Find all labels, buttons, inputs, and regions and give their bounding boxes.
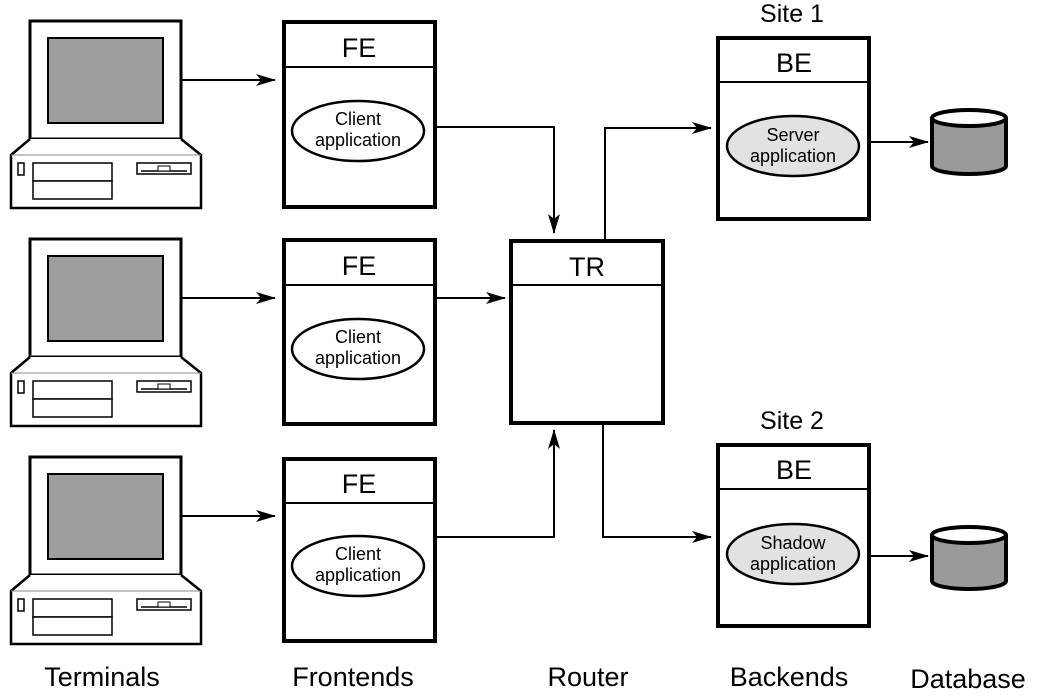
terminal-2 xyxy=(9,237,203,428)
backend-title: BE xyxy=(776,455,812,485)
router-box: TR xyxy=(509,239,665,425)
frontend-box-1: FE Client application xyxy=(282,20,437,209)
column-label-frontends: Frontends xyxy=(292,662,414,692)
column-label-terminals: Terminals xyxy=(44,662,160,692)
database-icon xyxy=(930,108,1008,176)
computer-icon xyxy=(9,19,203,210)
frontend-title: FE xyxy=(342,33,377,63)
backend-site-1: Site 1 BE Server application xyxy=(716,0,871,221)
client-application-line2: application xyxy=(315,348,401,368)
server-application-line2: application xyxy=(750,146,836,166)
client-application-line1: Client xyxy=(335,109,381,129)
backend-site-2: Site 2 BE Shadow application xyxy=(716,407,871,628)
frontend-box-3: FE Client application xyxy=(282,457,437,643)
client-application-line2: application xyxy=(315,565,401,585)
frontend-title: FE xyxy=(342,469,377,499)
system-architecture-diagram: FE Client application FE Client applicat… xyxy=(9,0,1026,694)
backend-title: BE xyxy=(776,48,812,78)
arrow-fe-3-to-router xyxy=(437,429,560,538)
shadow-application-line2: application xyxy=(750,554,836,574)
client-application-line1: Client xyxy=(335,327,381,347)
arrow-router-to-be-1 xyxy=(604,122,712,239)
site-label: Site 2 xyxy=(760,407,824,435)
column-label-backends: Backends xyxy=(730,662,849,692)
terminal-screen xyxy=(47,473,164,560)
client-application-line1: Client xyxy=(335,544,381,564)
computer-icon xyxy=(9,237,203,428)
client-application-line2: application xyxy=(315,130,401,150)
site-label: Site 1 xyxy=(760,0,824,28)
terminal-1 xyxy=(9,19,203,210)
database-icon xyxy=(930,525,1008,591)
router-title: TR xyxy=(569,252,605,282)
frontend-box-2: FE Client application xyxy=(282,238,437,426)
shadow-application-line1: Shadow xyxy=(760,533,826,553)
arrow-router-to-be-2 xyxy=(602,425,712,543)
terminal-screen xyxy=(47,255,164,342)
column-label-database: Database xyxy=(910,664,1026,694)
server-application-line1: Server xyxy=(766,125,819,145)
column-label-router: Router xyxy=(547,662,628,692)
terminal-screen xyxy=(47,37,164,124)
arrow-fe-1-to-router xyxy=(437,126,560,234)
frontend-title: FE xyxy=(342,251,377,281)
terminal-3 xyxy=(9,455,203,646)
computer-icon xyxy=(9,455,203,646)
